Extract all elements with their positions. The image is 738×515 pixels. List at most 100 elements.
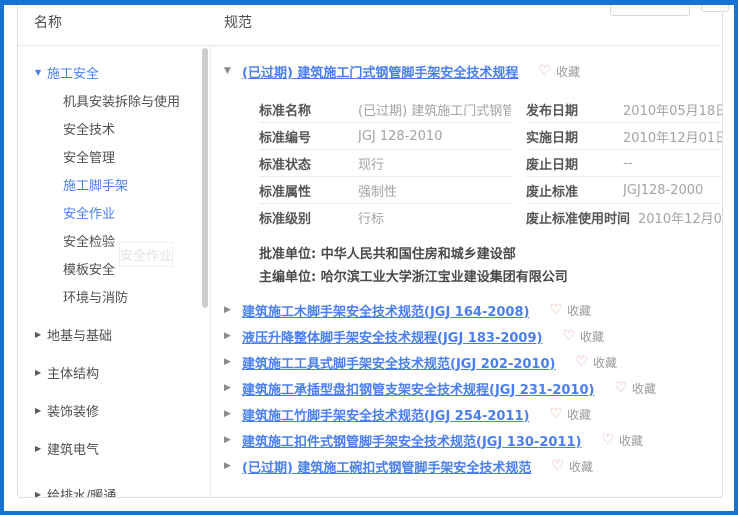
detail-label: 废止日期 — [526, 154, 623, 173]
heart-icon: ♡ — [601, 433, 614, 447]
sidebar-item-label: 给排水/暖通 — [47, 485, 116, 498]
detail-row: 实施日期 2010年12月01日 — [526, 123, 722, 150]
collapsed-arrow-icon[interactable]: ▶ — [224, 409, 242, 419]
collapsed-arrow-icon[interactable]: ▶ — [35, 330, 47, 339]
favorite-button[interactable]: ♡ 收藏 — [575, 354, 617, 371]
detail-row: 标准属性 强制性 — [259, 177, 511, 204]
sidebar-column-title: 名称 — [34, 12, 211, 45]
sidebar-item-safety-inspection[interactable]: 安全检验 — [18, 226, 210, 254]
spec-item: ▶ 建筑施工竹脚手架安全技术规范(JGJ 254-2011) ♡ 收藏 — [224, 401, 712, 427]
sidebar-item-plumbing-hvac[interactable]: ▶ 给排水/暖通 — [18, 480, 210, 497]
detail-row: 标准状态 现行 — [259, 150, 511, 177]
detail-row: 标准编号 JGJ 128-2010 — [259, 123, 511, 150]
spec-link[interactable]: 液压升降整体脚手架安全技术规程(JGJ 183-2009) — [242, 327, 542, 346]
detail-row: 发布日期 2010年05月18日 — [526, 96, 722, 123]
collapsed-arrow-icon[interactable]: ▶ — [224, 331, 242, 341]
heart-icon: ♡ — [551, 459, 564, 473]
detail-row: 废止标准 JGJ128-2000 — [526, 177, 722, 204]
sidebar-item-machine-install[interactable]: 机具安装拆除与使用 — [18, 86, 210, 114]
heart-icon: ♡ — [549, 407, 562, 421]
sidebar-item-label: 安全技术 — [63, 119, 115, 138]
spec-link[interactable]: 建筑施工扣件式钢管脚手架安全技术规范(JGJ 130-2011) — [242, 431, 581, 450]
collapsed-arrow-icon[interactable]: ▶ — [224, 305, 242, 315]
sidebar-item-decoration[interactable]: ▶ 装饰装修 — [18, 396, 210, 424]
sidebar-item-safety-operation[interactable]: 安全作业 — [18, 198, 210, 226]
favorite-label: 收藏 — [567, 406, 591, 423]
favorite-label: 收藏 — [567, 302, 591, 319]
detail-label: 标准级别 — [259, 208, 358, 227]
spec-item: ▶ 液压升降整体脚手架安全技术规程(JGJ 183-2009) ♡ 收藏 — [224, 323, 712, 349]
favorite-label: 收藏 — [632, 380, 656, 397]
detail-label: 发布日期 — [526, 100, 623, 119]
detail-row: 废止日期 -- — [526, 150, 722, 177]
sidebar-item-label: 地基与基础 — [47, 325, 112, 344]
heart-icon: ♡ — [549, 303, 562, 317]
sidebar-item-label: 安全作业 — [63, 203, 115, 222]
sidebar-item-label: 机具安装拆除与使用 — [63, 91, 180, 110]
favorite-button[interactable]: ♡ 收藏 — [549, 406, 591, 423]
spec-link[interactable]: 建筑施工工具式脚手架安全技术规范(JGJ 202-2010) — [242, 353, 555, 372]
detail-value: 行标 — [358, 208, 384, 227]
detail-value: 强制性 — [358, 181, 397, 200]
content-card: 名称 规范 ▼ 施工安全 机具安装拆除与使用 安全技术 安全管理 — [17, 0, 723, 498]
favorite-button[interactable]: ♡ 收藏 — [549, 302, 591, 319]
spec-link[interactable]: (已过期) 建筑施工碗扣式钢管脚手架安全技术规范 — [242, 457, 531, 476]
detail-label: 标准属性 — [259, 181, 358, 200]
toolbar-button-clipped[interactable] — [610, 0, 690, 16]
spec-link[interactable]: (已过期) 建筑施工门式钢管脚手架安全技术规程 — [242, 62, 518, 81]
collapsed-arrow-icon[interactable]: ▶ — [35, 368, 47, 377]
collapsed-arrow-icon[interactable]: ▶ — [35, 490, 47, 498]
sidebar-item-label: 施工安全 — [47, 63, 99, 82]
sidebar-item-construction-safety[interactable]: ▼ 施工安全 — [18, 58, 210, 86]
spec-panel: ▼ (已过期) 建筑施工门式钢管脚手架安全技术规程 ♡ 收藏 标准名称 (已过期… — [211, 46, 722, 497]
approve-unit: 批准单位: 中华人民共和国住房和城乡建设部 — [259, 243, 712, 266]
favorite-button[interactable]: ♡ 收藏 — [551, 458, 593, 475]
favorite-button[interactable]: ♡ 收藏 — [538, 63, 580, 80]
toolbar-button-small-clipped[interactable] — [701, 0, 729, 12]
sidebar-item-foundation[interactable]: ▶ 地基与基础 — [18, 320, 210, 348]
collapsed-arrow-icon[interactable]: ▶ — [224, 357, 242, 367]
sidebar-item-label: 主体结构 — [47, 363, 99, 382]
detail-value: JGJ 128-2010 — [358, 129, 442, 144]
spec-link[interactable]: 建筑施工承插型盘扣钢管支架安全技术规程(JGJ 231-2010) — [242, 379, 594, 398]
expanded-arrow-icon[interactable]: ▼ — [224, 66, 242, 76]
detail-value: 现行 — [358, 154, 384, 173]
spec-item-expanded: ▼ (已过期) 建筑施工门式钢管脚手架安全技术规程 ♡ 收藏 — [224, 60, 712, 82]
app-window: 名称 规范 ▼ 施工安全 机具安装拆除与使用 安全技术 安全管理 — [0, 0, 738, 515]
collapsed-arrow-icon[interactable]: ▶ — [224, 383, 242, 393]
sidebar-item-main-structure[interactable]: ▶ 主体结构 — [18, 358, 210, 386]
sidebar-scrollbar-thumb[interactable] — [202, 48, 208, 308]
sidebar-item-environment-fire[interactable]: 环境与消防 — [18, 282, 210, 310]
favorite-label: 收藏 — [580, 328, 604, 345]
detail-value: 2010年12月01日 — [623, 127, 722, 146]
collapsed-arrow-icon[interactable]: ▶ — [35, 444, 47, 453]
spec-item: ▶ 建筑施工工具式脚手架安全技术规范(JGJ 202-2010) ♡ 收藏 — [224, 349, 712, 375]
sidebar-item-electrical[interactable]: ▶ 建筑电气 — [18, 434, 210, 462]
spec-details: 标准名称 (已过期) 建筑施工门式钢管脚手架安... 标准编号 JGJ 128-… — [259, 96, 712, 231]
sidebar-item-label: 安全检验 — [63, 231, 115, 250]
spec-link[interactable]: 建筑施工木脚手架安全技术规范(JGJ 164-2008) — [242, 301, 529, 320]
detail-row: 标准名称 (已过期) 建筑施工门式钢管脚手架安... — [259, 96, 511, 123]
favorite-button[interactable]: ♡ 收藏 — [562, 328, 604, 345]
expanded-arrow-icon[interactable]: ▼ — [35, 68, 47, 77]
detail-label: 标准状态 — [259, 154, 358, 173]
sidebar-item-safety-management[interactable]: 安全管理 — [18, 142, 210, 170]
favorite-button[interactable]: ♡ 收藏 — [614, 380, 656, 397]
sidebar-item-scaffolding[interactable]: 施工脚手架 — [18, 170, 210, 198]
spec-units: 批准单位: 中华人民共和国住房和城乡建设部 主编单位: 哈尔滨工业大学浙江宝业建… — [259, 243, 712, 289]
main-column-title: 规范 — [224, 12, 252, 45]
collapsed-arrow-icon[interactable]: ▶ — [224, 435, 242, 445]
collapsed-arrow-icon[interactable]: ▶ — [224, 461, 242, 471]
detail-label: 标准名称 — [259, 100, 358, 119]
spec-link[interactable]: 建筑施工竹脚手架安全技术规范(JGJ 254-2011) — [242, 405, 529, 424]
collapsed-arrow-icon[interactable]: ▶ — [35, 406, 47, 415]
favorite-button[interactable]: ♡ 收藏 — [601, 432, 643, 449]
sidebar-item-safety-tech[interactable]: 安全技术 — [18, 114, 210, 142]
detail-row: 废止标准使用时间 2010年12月01日-- — [526, 204, 722, 231]
sidebar-item-label: 环境与消防 — [63, 287, 128, 306]
sidebar-item-formwork-safety[interactable]: 模板安全 — [18, 254, 210, 282]
sidebar-item-label: 模板安全 — [63, 259, 115, 278]
heart-icon: ♡ — [538, 64, 551, 78]
detail-value: (已过期) 建筑施工门式钢管脚手架安... — [358, 100, 511, 119]
sidebar-item-label: 装饰装修 — [47, 401, 99, 420]
